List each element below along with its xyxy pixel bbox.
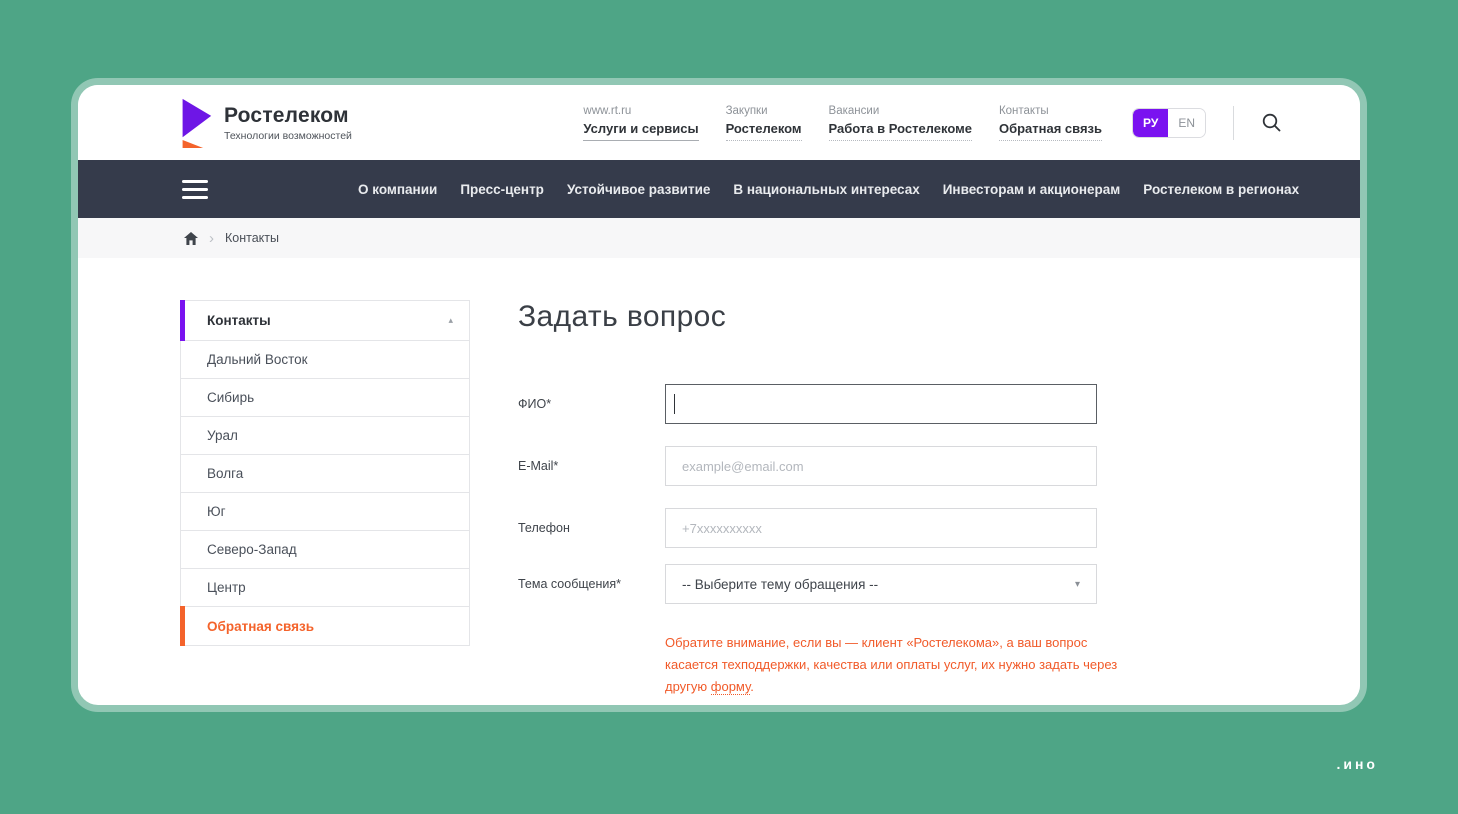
header-link-procurement-caption: Закупки — [725, 104, 768, 117]
search-icon — [1262, 113, 1281, 132]
header-links: www.rt.ru Услуги и сервисы Закупки Росте… — [583, 104, 1103, 141]
rostelecom-logo[interactable]: Ростелеком Технологии возможностей — [178, 98, 352, 148]
sidebar-item-feedback[interactable]: Обратная связь — [180, 606, 469, 646]
header-link-procurement[interactable]: Закупки Ростелеком — [725, 104, 802, 141]
sidebar-item-far-east[interactable]: Дальний Восток — [181, 341, 469, 379]
hamburger-icon — [182, 179, 208, 183]
sidebar-purple-accent — [180, 300, 185, 341]
email-row: E-Mail* — [518, 446, 1118, 486]
header-link-contacts-caption: Контакты — [998, 104, 1049, 117]
sidebar-active-label: Обратная связь — [207, 618, 315, 634]
topic-select[interactable]: -- Выберите тему обращения -- ▾ — [665, 564, 1097, 604]
nav-item-investors[interactable]: Инвесторам и акционерам — [943, 182, 1121, 197]
sidebar-header-contacts[interactable]: Контакты ▴ — [180, 300, 469, 341]
nav-items: О компании Пресс-центр Устойчивое развит… — [358, 182, 1299, 197]
sidebar-item-center[interactable]: Центр — [181, 569, 469, 607]
breadcrumb-separator-icon: › — [209, 229, 214, 247]
search-button[interactable] — [1261, 112, 1282, 133]
header-divider — [1233, 105, 1234, 140]
fio-input[interactable] — [665, 384, 1097, 424]
logo-name: Ростелеком — [224, 103, 349, 127]
sidebar-item-ural[interactable]: Урал — [181, 417, 469, 455]
fio-row: ФИО* — [518, 384, 1118, 424]
rostelecom-logo-icon — [182, 98, 212, 148]
language-toggle: РУ EN — [1132, 107, 1206, 138]
sidebar-item-siberia[interactable]: Сибирь — [181, 379, 469, 417]
home-icon — [184, 231, 198, 245]
breadcrumb-home-link[interactable] — [184, 231, 198, 245]
topic-row: Тема сообщения* -- Выберите тему обращен… — [518, 564, 1118, 604]
sidebar-item-south[interactable]: Юг — [181, 493, 469, 531]
nav-item-sustainability[interactable]: Устойчивое развитие — [567, 182, 710, 197]
sidebar-orange-accent — [180, 606, 185, 646]
email-input[interactable] — [665, 446, 1097, 486]
sidebar-item-volga[interactable]: Волга — [181, 455, 469, 493]
header-link-procurement-label[interactable]: Ростелеком — [725, 121, 802, 141]
nav-item-national-interests[interactable]: В национальных интересах — [733, 182, 919, 197]
topic-label: Тема сообщения* — [518, 577, 621, 591]
page-title: Задать вопрос — [518, 300, 727, 333]
header-link-careers-label[interactable]: Работа в Ростелекоме — [828, 121, 972, 141]
chevron-down-icon: ▾ — [1074, 578, 1080, 590]
phone-label: Телефон — [518, 521, 570, 535]
nav-item-regions[interactable]: Ростелеком в регионах — [1143, 182, 1299, 197]
menu-button[interactable] — [182, 179, 208, 199]
logo-tagline: Технологии возможностей — [224, 129, 352, 142]
fio-label: ФИО* — [518, 397, 552, 411]
breadcrumb: › Контакты — [78, 218, 1360, 258]
breadcrumb-current: Контакты — [225, 231, 279, 245]
fio-input-wrap — [665, 384, 1097, 424]
header-link-services[interactable]: www.rt.ru Услуги и сервисы — [583, 104, 699, 141]
sidebar-item-north-west[interactable]: Северо-Запад — [181, 531, 469, 569]
header-link-careers-caption: Вакансии — [828, 104, 880, 117]
topic-select-value: -- Выберите тему обращения -- — [682, 576, 879, 592]
sidebar-menu: Контакты ▴ Дальний Восток Сибирь Урал Во… — [180, 300, 470, 646]
header-link-services-caption: www.rt.ru — [583, 104, 632, 117]
support-notice: Обратите внимание, если вы — клиент «Рос… — [665, 632, 1123, 697]
phone-row: Телефон — [518, 508, 1118, 548]
header-link-services-label[interactable]: Услуги и сервисы — [583, 121, 699, 141]
header-link-contacts-label[interactable]: Обратная связь — [998, 121, 1103, 141]
sidebar-header-label: Контакты — [207, 313, 271, 328]
site-header: Ростелеком Технологии возможностей www.r… — [78, 85, 1360, 160]
question-form: Задать вопрос ФИО* E-Mail* Телефон Тема … — [518, 300, 1118, 697]
email-label: E-Mail* — [518, 459, 559, 473]
watermark-label: .ино — [1336, 756, 1378, 772]
logo-text-block: Ростелеком Технологии возможностей — [224, 104, 352, 142]
language-ru-button[interactable]: РУ — [1133, 108, 1169, 137]
site-card: Ростелеком Технологии возможностей www.r… — [78, 85, 1360, 705]
notice-text-after: . — [750, 678, 754, 694]
text-cursor — [674, 394, 675, 414]
phone-input[interactable] — [665, 508, 1097, 548]
nav-item-about[interactable]: О компании — [358, 182, 437, 197]
page-content: Контакты ▴ Дальний Восток Сибирь Урал Во… — [78, 258, 1360, 698]
header-link-careers[interactable]: Вакансии Работа в Ростелекоме — [828, 104, 972, 141]
notice-form-link[interactable]: форму — [710, 678, 751, 695]
main-nav: О компании Пресс-центр Устойчивое развит… — [78, 160, 1360, 218]
language-en-button[interactable]: EN — [1168, 108, 1205, 137]
collapse-caret-icon: ▴ — [448, 315, 453, 325]
header-link-contacts[interactable]: Контакты Обратная связь — [998, 104, 1103, 141]
nav-item-press[interactable]: Пресс-центр — [460, 182, 544, 197]
